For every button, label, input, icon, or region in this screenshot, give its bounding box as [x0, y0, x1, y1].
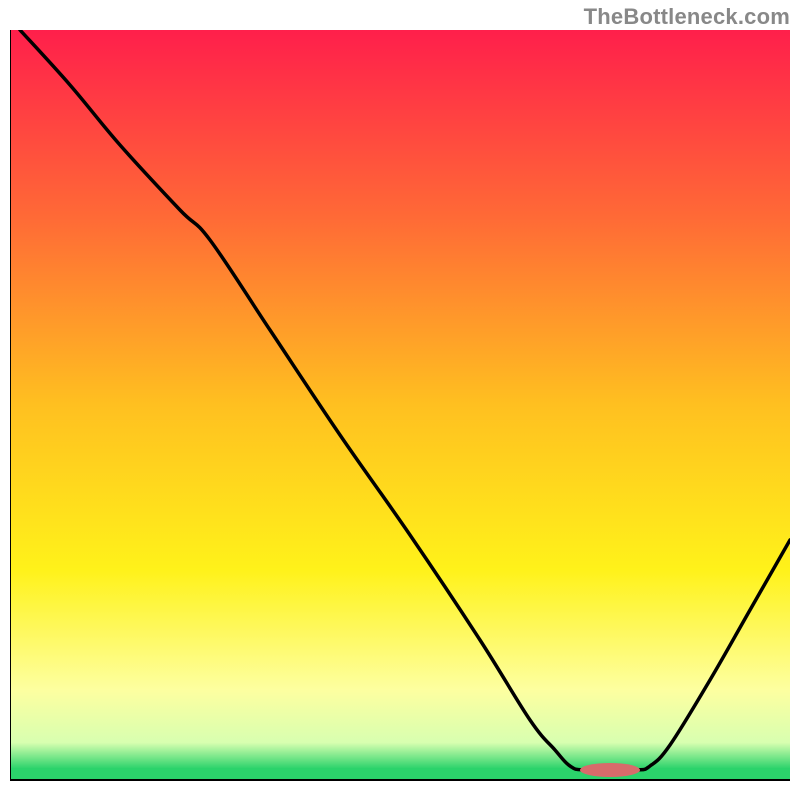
bottleneck-chart [10, 30, 790, 790]
optimal-marker [580, 763, 640, 777]
chart-stage: TheBottleneck.com [0, 0, 800, 800]
plot-area [10, 30, 790, 790]
green-band [10, 768, 790, 780]
gradient-background [10, 30, 790, 780]
watermark-label: TheBottleneck.com [584, 4, 790, 30]
